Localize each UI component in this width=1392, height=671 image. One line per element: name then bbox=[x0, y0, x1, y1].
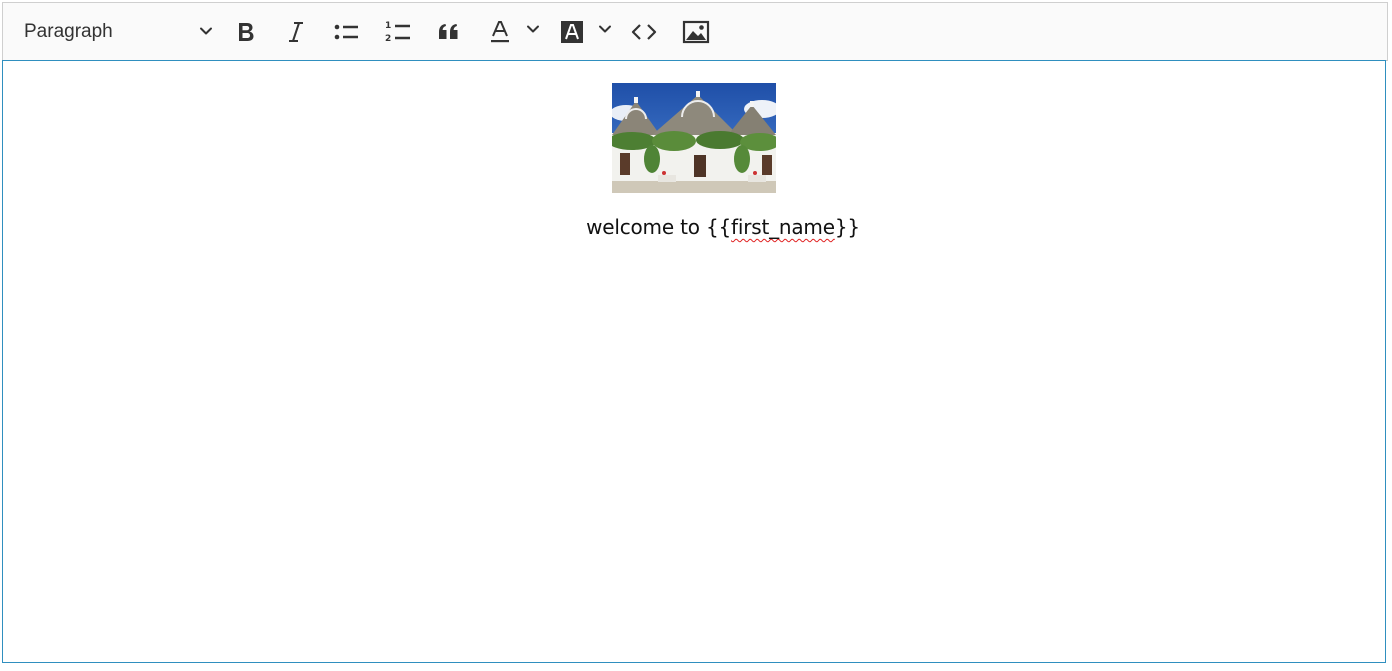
svg-text:1: 1 bbox=[385, 21, 391, 31]
font-background-color-dropdown[interactable] bbox=[595, 3, 615, 60]
inserted-image[interactable] bbox=[612, 83, 776, 193]
paragraph-text: welcome to bbox=[586, 215, 706, 239]
font-background-color-button[interactable] bbox=[555, 3, 589, 60]
numbered-list-icon: 12 bbox=[384, 19, 412, 45]
bulleted-list-icon bbox=[333, 20, 361, 44]
block-quote-button[interactable] bbox=[432, 3, 466, 60]
image-icon bbox=[682, 20, 710, 44]
font-background-color-icon bbox=[560, 20, 584, 44]
italic-button[interactable] bbox=[279, 3, 313, 60]
quote-icon bbox=[436, 20, 462, 44]
editor-content-area[interactable]: welcome to {{first_name}} bbox=[2, 60, 1386, 663]
bold-icon bbox=[235, 20, 257, 44]
font-color-icon bbox=[488, 19, 512, 45]
trulli-houses-photo bbox=[612, 83, 776, 193]
heading-dropdown-label: Paragraph bbox=[24, 20, 113, 42]
numbered-list-button[interactable]: 12 bbox=[381, 3, 415, 60]
editor-paragraph[interactable]: welcome to {{first_name}} bbox=[3, 215, 1392, 239]
svg-text:2: 2 bbox=[385, 34, 391, 44]
rich-text-editor: Paragraph 12 welcome to {{first_name}} bbox=[2, 2, 1388, 663]
chevron-down-icon bbox=[598, 22, 612, 41]
italic-icon bbox=[285, 20, 307, 44]
chevron-down-icon bbox=[199, 24, 213, 38]
heading-dropdown[interactable]: Paragraph bbox=[15, 3, 215, 60]
code-button[interactable] bbox=[627, 3, 661, 60]
template-variable-name: first_name bbox=[731, 215, 835, 239]
template-open-braces: {{ bbox=[705, 215, 732, 239]
bulleted-list-button[interactable] bbox=[330, 3, 364, 60]
bold-button[interactable] bbox=[229, 3, 263, 60]
editor-toolbar: Paragraph 12 bbox=[2, 2, 1388, 61]
insert-image-button[interactable] bbox=[679, 3, 713, 60]
font-color-dropdown[interactable] bbox=[523, 3, 543, 60]
code-icon bbox=[630, 22, 658, 42]
template-close-braces: }} bbox=[834, 215, 860, 239]
chevron-down-icon bbox=[526, 22, 540, 41]
font-color-button[interactable] bbox=[483, 3, 517, 60]
